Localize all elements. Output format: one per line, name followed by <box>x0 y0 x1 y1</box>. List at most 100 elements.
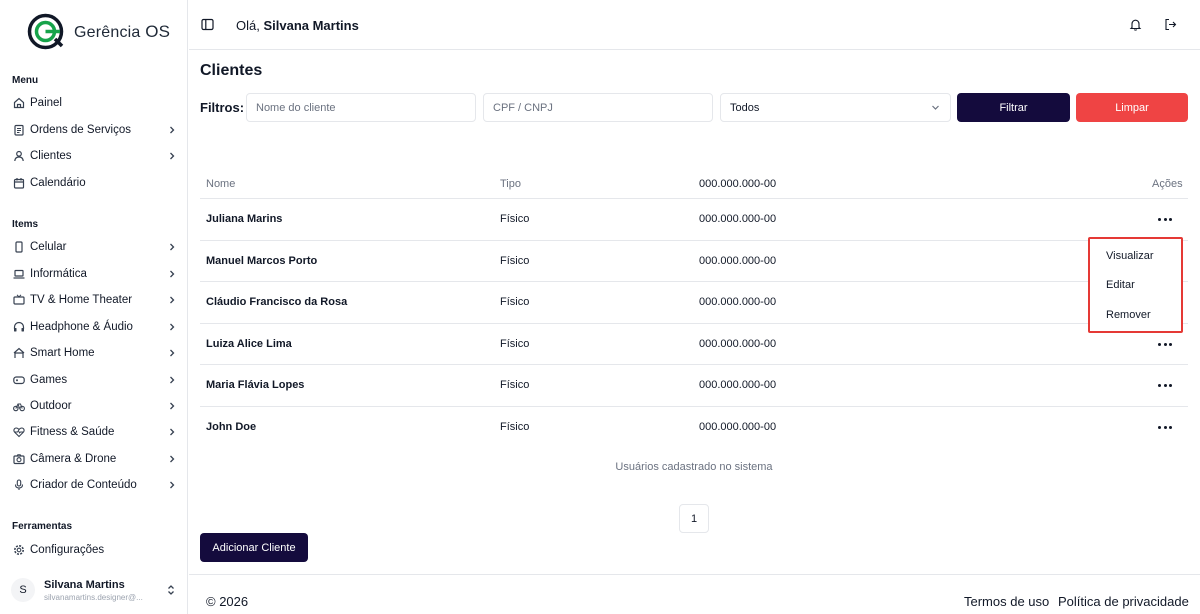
page-title: Clientes <box>200 62 263 79</box>
footer-divider <box>189 574 1200 575</box>
sidebar-item-label: Celular <box>30 241 67 253</box>
divider <box>200 198 1188 199</box>
sidebar-item-informatica[interactable]: Informática <box>8 262 180 286</box>
menu-item-edit[interactable]: Editar <box>1106 279 1135 291</box>
sidebar-item-label: Criador de Conteúdo <box>30 479 137 491</box>
chevron-right-icon <box>166 453 178 465</box>
sidebar-item-configuracoes[interactable]: Configurações <box>8 538 180 562</box>
sidebar-item-fitness[interactable]: Fitness & Saúde <box>8 420 180 444</box>
sidebar-item-label: Painel <box>30 97 62 109</box>
sidebar-item-label: Informática <box>30 268 87 280</box>
home-icon <box>13 97 25 109</box>
cell-type: Físico <box>500 296 530 308</box>
sidebar-item-label: Games <box>30 374 68 386</box>
chevron-down-icon <box>931 103 940 112</box>
cell-type: Físico <box>500 255 530 267</box>
chevron-up-down-icon <box>166 584 176 596</box>
user-name: Silvana Martins <box>44 578 125 591</box>
sidebar-toggle-icon[interactable] <box>201 18 214 31</box>
sidebar-item-headphone[interactable]: Headphone & Áudio <box>8 315 180 339</box>
sidebar-item-criador[interactable]: Criador de Conteúdo <box>8 473 180 497</box>
filter-button[interactable]: Filtrar <box>957 93 1070 122</box>
mic-icon <box>13 479 25 491</box>
sidebar-item-calendario[interactable]: Calendário <box>8 171 180 195</box>
heart-pulse-icon <box>13 426 25 438</box>
cell-type: Físico <box>500 338 530 350</box>
privacy-link[interactable]: Política de privacidade <box>1058 594 1189 609</box>
tv-icon <box>13 294 25 306</box>
column-header-doc[interactable]: 000.000.000-00 <box>699 178 776 190</box>
sidebar-item-label: Câmera & Drone <box>30 453 117 465</box>
cell-doc: 000.000.000-00 <box>699 421 777 433</box>
calendar-icon <box>13 177 25 189</box>
add-client-button[interactable]: Adicionar Cliente <box>200 533 308 562</box>
logo-icon <box>27 13 64 50</box>
filters-label: Filtros: <box>200 100 245 115</box>
avatar: S <box>11 578 35 602</box>
logo-text: Gerência OS <box>74 21 171 41</box>
cpf-cnpj-input[interactable]: CPF / CNPJ <box>483 93 713 122</box>
section-title-ferramentas: Ferramentas <box>12 521 73 532</box>
sidebar-item-label: Headphone & Áudio <box>30 321 133 333</box>
column-header-name[interactable]: Nome <box>206 178 235 190</box>
cell-type: Físico <box>500 213 530 225</box>
copyright: © 2026 <box>206 594 249 609</box>
chevron-right-icon <box>166 347 178 359</box>
divider <box>200 323 1188 324</box>
clear-button[interactable]: Limpar <box>1076 93 1188 122</box>
menu-item-remove[interactable]: Remover <box>1106 309 1151 321</box>
table-caption: Usuários cadastrado no sistema <box>615 461 773 473</box>
sidebar-item-painel[interactable]: Painel <box>8 91 180 115</box>
menu-item-view[interactable]: Visualizar <box>1106 250 1154 262</box>
cell-type: Físico <box>500 421 530 433</box>
cell-doc: 000.000.000-00 <box>699 255 777 267</box>
chevron-right-icon <box>166 479 178 491</box>
pagination-page[interactable]: 1 <box>679 504 709 533</box>
chevron-right-icon <box>166 294 178 306</box>
cell-name: Juliana Marins <box>206 213 283 225</box>
client-name-input[interactable]: Nome do cliente <box>246 93 476 122</box>
sidebar-item-outdoor[interactable]: Outdoor <box>8 394 180 418</box>
type-select-value: Todos <box>730 101 760 114</box>
row-actions-icon[interactable] <box>1158 380 1172 390</box>
section-title-menu: Menu <box>12 75 39 86</box>
column-header-type[interactable]: Tipo <box>500 178 521 190</box>
cell-name: John Doe <box>206 421 257 433</box>
sidebar-item-tv[interactable]: TV & Home Theater <box>8 288 180 312</box>
chevron-right-icon <box>166 150 178 162</box>
sidebar-item-clientes[interactable]: Clientes <box>8 144 180 168</box>
cell-doc: 000.000.000-00 <box>699 296 777 308</box>
gear-icon <box>13 544 25 556</box>
chevron-right-icon <box>166 426 178 438</box>
row-actions-icon[interactable] <box>1158 339 1172 349</box>
bell-icon[interactable] <box>1129 18 1142 31</box>
chevron-right-icon <box>166 124 178 136</box>
terms-link[interactable]: Termos de uso <box>964 594 1049 609</box>
cell-doc: 000.000.000-00 <box>699 379 777 391</box>
type-select[interactable]: Todos <box>720 93 951 122</box>
smart-home-icon <box>13 347 25 359</box>
divider <box>200 240 1188 241</box>
cell-name: Cláudio Francisco da Rosa <box>206 296 348 308</box>
sidebar-item-label: Clientes <box>30 150 72 162</box>
divider <box>200 364 1188 365</box>
cell-doc: 000.000.000-00 <box>699 338 777 350</box>
row-actions-icon[interactable] <box>1158 214 1172 224</box>
logout-icon[interactable] <box>1164 18 1177 31</box>
user-info: Silvana Martins silvanamartins.designer@… <box>44 579 166 602</box>
sidebar-item-label: Fitness & Saúde <box>30 426 115 438</box>
sidebar-item-smart-home[interactable]: Smart Home <box>8 341 180 365</box>
row-actions-icon[interactable] <box>1158 422 1172 432</box>
sidebar-item-ordens[interactable]: Ordens de Serviços <box>8 118 180 142</box>
app-logo[interactable]: Gerência OS <box>27 13 170 50</box>
column-header-actions: Ações <box>1152 178 1183 190</box>
sidebar-item-celular[interactable]: Celular <box>8 235 180 259</box>
chevron-right-icon <box>166 400 178 412</box>
phone-icon <box>13 241 25 253</box>
row-actions-menu: Visualizar Editar Remover <box>1088 237 1183 333</box>
user-menu[interactable]: S Silvana Martins silvanamartins.designe… <box>8 572 180 608</box>
sidebar-item-label: Configurações <box>30 544 105 556</box>
sidebar-item-games[interactable]: Games <box>8 368 180 392</box>
sidebar-item-camera[interactable]: Câmera & Drone <box>8 447 180 471</box>
cell-name: Luiza Alice Lima <box>206 338 292 350</box>
